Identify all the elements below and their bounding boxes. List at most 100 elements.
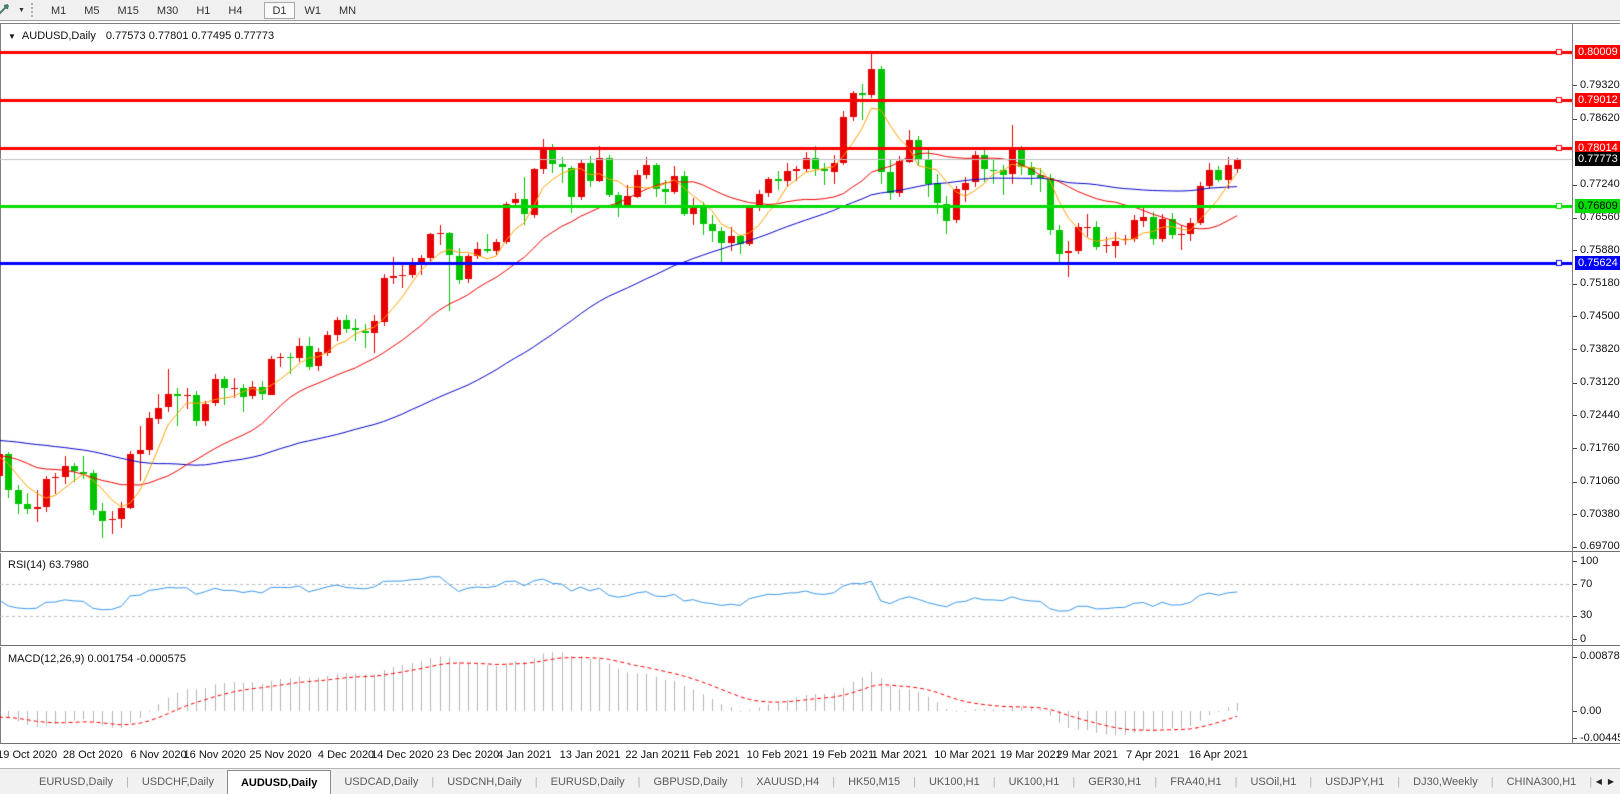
axis-tick-mark [1573, 615, 1577, 617]
chart-tab-usdcnh-daily[interactable]: USDCNH,Daily [434, 769, 535, 794]
chart-tab-uk100-h1[interactable]: UK100,H1 [916, 769, 993, 794]
macd-tick-label: 0.008782 [1580, 650, 1620, 663]
current-price-label: 0.77773 [1575, 152, 1620, 167]
timeframe-button-h4[interactable]: H4 [220, 2, 250, 19]
chart-tab-uk100-h1[interactable]: UK100,H1 [996, 769, 1073, 794]
axis-tick-mark [1573, 448, 1577, 450]
chart-ohlc-values: 0.77573 0.77801 0.77495 0.77773 [105, 30, 275, 42]
axis-tick-mark [1573, 316, 1577, 318]
macd-tick-label: -0.004451 [1580, 731, 1620, 744]
price-tick-label: 0.75180 [1580, 277, 1620, 290]
chart-tab-fra40-h1[interactable]: FRA40,H1 [1157, 769, 1234, 794]
date-tick-label: 6 Nov 2020 [130, 749, 187, 761]
chart-tab-usdjpy-h1[interactable]: USDJPY,H1 [1312, 769, 1397, 794]
chart-tab-usdcad-daily[interactable]: USDCAD,Daily [331, 769, 431, 794]
date-tick-label: 13 Jan 2021 [559, 749, 621, 761]
axis-tick-mark [1573, 481, 1577, 483]
chart-tab-ger30-h1[interactable]: GER30,H1 [1075, 769, 1154, 794]
date-tick-label: 10 Feb 2021 [746, 749, 809, 761]
caret-down-icon[interactable]: ▼ [18, 7, 25, 14]
chart-tab-xauusd-h4[interactable]: XAUUSD,H4 [743, 769, 832, 794]
price-tick-label: 0.73820 [1580, 342, 1620, 355]
date-tick-label: 29 Mar 2021 [1056, 749, 1118, 761]
chart-tab-gbpusd-daily[interactable]: GBPUSD,Daily [640, 769, 740, 794]
chart-tab-china300-h1[interactable]: CHINA300,H1 [1494, 769, 1590, 794]
chart-tabs-bar: EURUSD,Daily | USDCHF,Daily AUDUSD,Daily USD… [0, 768, 1620, 794]
rsi-indicator-canvas[interactable] [0, 553, 1572, 645]
date-tick-label: 1 Mar 2021 [871, 749, 928, 761]
price-tick-label: 0.74500 [1580, 309, 1620, 322]
price-axis[interactable]: 0.79320 0.78620 0.77240 0.76560 0.75880 0.751… [1573, 23, 1620, 744]
timeframe-button-m15[interactable]: M15 [110, 2, 147, 19]
date-tick-label: 10 Mar 2021 [934, 749, 997, 761]
macd-indicator-label: MACD(12,26,9) 0.001754 -0.000575 [8, 653, 186, 665]
axis-tick-mark [1573, 184, 1577, 186]
chart-title: ▼ AUDUSD,Daily 0.77573 0.77801 0.77495 0.7… [8, 30, 274, 42]
axis-tick-mark [1573, 546, 1577, 548]
date-tick-label: 19 Oct 2020 [0, 749, 58, 761]
timeframe-button-d1[interactable]: D1 [264, 1, 295, 19]
date-tick-label: 23 Dec 2020 [436, 749, 500, 761]
rsi-tick-label: 70 [1580, 577, 1593, 590]
chart-tab-eurusd-daily[interactable]: EURUSD,Daily [26, 769, 126, 794]
price-tick-label: 0.79320 [1580, 78, 1620, 91]
hline-price-label: 0.76809 [1575, 198, 1620, 213]
date-tick-label: 7 Apr 2021 [1126, 749, 1180, 761]
axis-tick-mark [1573, 85, 1577, 87]
chart-tab-usoil-h1[interactable]: USOil,H1 [1237, 769, 1309, 794]
timeframe-button-m5[interactable]: M5 [76, 2, 107, 19]
timeframes-toolbar: ▼ M1 M5 M15 M30 H1 H4 D1 W1 MN [0, 0, 1620, 21]
timeframe-button-h1[interactable]: H1 [188, 2, 218, 19]
chart-tab-eurusd-daily[interactable]: EURUSD,Daily [538, 769, 638, 794]
chart-cursor-icon[interactable] [0, 2, 11, 18]
price-tick-label: 0.78620 [1580, 112, 1620, 125]
tab-scroll-right-icon[interactable]: ▶ [1608, 777, 1614, 786]
price-tick-label: 0.72440 [1580, 408, 1620, 421]
date-tick-label: 14 Dec 2020 [371, 749, 434, 761]
date-tick-label: 16 Nov 2020 [183, 749, 246, 761]
chart-tab-usdchf-daily[interactable]: USDCHF,Daily [129, 769, 227, 794]
macd-tick-label: 0.00 [1580, 704, 1602, 717]
toolbar-grip-handle[interactable] [30, 3, 36, 17]
price-tick-label: 0.73120 [1580, 376, 1620, 389]
axis-tick-mark [1573, 349, 1577, 351]
price-tick-label: 0.76560 [1580, 211, 1620, 224]
macd-indicator-canvas[interactable] [0, 647, 1572, 743]
date-tick-label: 4 Dec 2020 [317, 749, 375, 761]
time-axis[interactable]: 19 Oct 2020 28 Oct 2020 6 Nov 2020 16 Nov 2… [0, 744, 1572, 768]
axis-tick-mark [1573, 561, 1577, 562]
timeframe-button-w1[interactable]: W1 [297, 2, 330, 19]
timeframe-button-mn[interactable]: MN [331, 2, 364, 19]
tab-scroll-left-icon[interactable]: ◀ [1596, 777, 1602, 786]
axis-tick-mark [1573, 584, 1577, 586]
timeframe-button-m1[interactable]: M1 [43, 2, 74, 19]
axis-tick-mark [1573, 118, 1577, 120]
rsi-tick-label: 100 [1580, 554, 1599, 567]
chart-tab-dj30-weekly[interactable]: DJ30,Weekly [1400, 769, 1491, 794]
axis-tick-mark [1573, 639, 1577, 640]
axis-tick-mark [1573, 415, 1577, 417]
chart-tab-audusd-daily[interactable]: AUDUSD,Daily [226, 770, 332, 794]
chart-tab-hk50-m15[interactable]: HK50,M15 [835, 769, 913, 794]
axis-tick-mark [1573, 711, 1577, 712]
price-chart-canvas[interactable] [0, 24, 1572, 551]
timeframe-buttons: M1 M5 M15 M30 H1 H4 D1 W1 MN [42, 1, 377, 19]
axis-tick-mark [1573, 250, 1577, 252]
price-tick-label: 0.77240 [1580, 178, 1620, 191]
date-tick-label: 19 Mar 2021 [999, 749, 1062, 761]
axis-tick-mark [1573, 738, 1577, 740]
axis-tick-mark [1573, 514, 1577, 516]
triangle-down-icon[interactable]: ▼ [8, 32, 16, 41]
date-tick-label: 1 Feb 2021 [684, 749, 740, 761]
price-tick-label: 0.69700 [1580, 540, 1620, 553]
date-tick-label: 28 Oct 2020 [62, 749, 123, 761]
price-tick-label: 0.71760 [1580, 441, 1620, 454]
axis-tick-mark [1573, 283, 1577, 285]
hline-price-label: 0.75624 [1575, 255, 1620, 270]
date-tick-label: 25 Nov 2020 [249, 749, 312, 761]
rsi-tick-label: 0 [1580, 632, 1587, 645]
axis-tick-mark [1573, 217, 1577, 219]
price-tick-label: 0.70380 [1580, 507, 1620, 520]
timeframe-button-m30[interactable]: M30 [149, 2, 186, 19]
rsi-indicator-label: RSI(14) 63.7980 [8, 559, 89, 571]
